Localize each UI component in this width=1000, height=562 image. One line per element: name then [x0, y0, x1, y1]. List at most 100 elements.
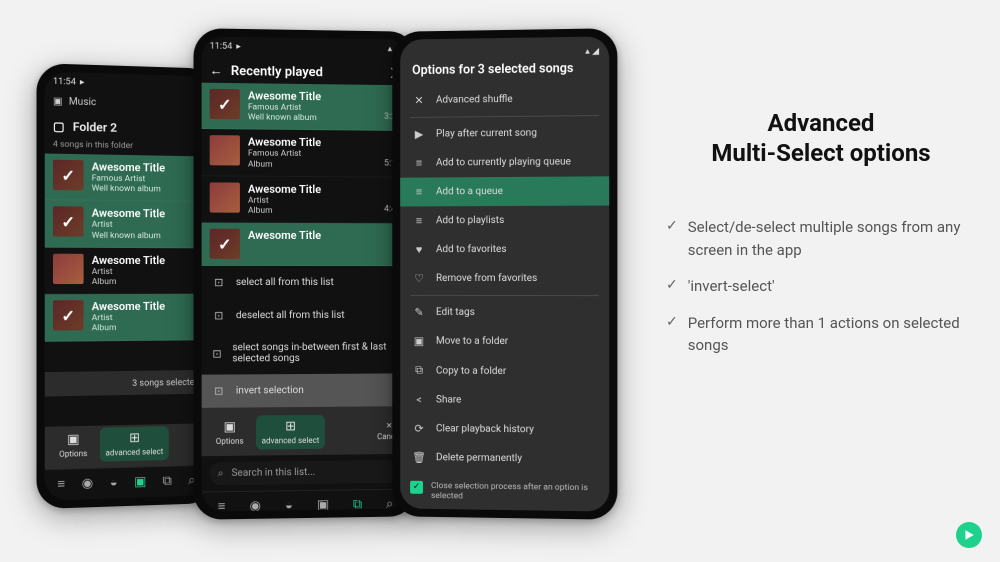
select-action[interactable]: ⊡ deselect all from this list: [202, 299, 409, 333]
song-title: Awesome Title: [248, 229, 401, 242]
folder-outline-icon: ▢: [53, 119, 65, 133]
option-label: Add to a queue: [436, 186, 503, 197]
option-label: Share: [436, 394, 461, 405]
page-title: Recently played: [231, 63, 383, 80]
select-action[interactable]: ⊡ select songs in-between first & last s…: [202, 332, 409, 375]
select-action[interactable]: ⊡ select all from this list: [202, 266, 409, 299]
select-action-label: select songs in-between first & last sel…: [232, 342, 399, 365]
search-icon: ⌕: [218, 468, 224, 479]
person-icon[interactable]: ◒: [285, 497, 293, 511]
library-icon[interactable]: ⧉: [353, 497, 362, 512]
back-icon[interactable]: ←: [210, 63, 223, 79]
option-icon: ✎: [412, 306, 426, 319]
song-row[interactable]: Awesome Title Artist Album 4:49: [202, 176, 409, 223]
advanced-select-button[interactable]: ⊞ advanced select: [256, 415, 326, 450]
clock: 11:54: [210, 42, 233, 52]
feature-bullet: 'invert-select': [666, 275, 976, 298]
queue-icon[interactable]: ≡: [218, 498, 226, 511]
action-bar: ▣ Options ⊞ advanced select: [45, 423, 208, 469]
folder-title-row[interactable]: ▢ Folder 2: [45, 113, 208, 143]
option-item[interactable]: ⧉ Copy to a folder: [400, 355, 609, 386]
option-label: Play after current song: [436, 128, 537, 140]
search-nav-icon[interactable]: ⌕: [386, 496, 393, 511]
option-label: Edit tags: [436, 307, 475, 318]
song-artist: Artist: [92, 267, 200, 277]
option-icon: ▶: [412, 128, 426, 141]
song-row[interactable]: Awesome Title Famous Artist Album 5:11: [202, 129, 409, 177]
search-bar[interactable]: ⌕ Search in this list...: [210, 460, 401, 485]
select-action[interactable]: ⊡ invert selection: [202, 373, 409, 408]
option-label: Remove from favorites: [436, 273, 537, 284]
song-album: Album: [248, 206, 376, 217]
option-item[interactable]: ♥ Add to favorites: [400, 235, 609, 264]
folder-title: Folder 2: [73, 120, 117, 135]
album-art: [210, 135, 240, 165]
option-label: Add to favorites: [436, 244, 507, 255]
options-button[interactable]: ▣ Options: [53, 428, 93, 463]
option-item[interactable]: ≡ Add to currently playing queue: [400, 147, 609, 178]
option-label: Add to currently playing queue: [436, 156, 571, 168]
option-label: Add to playlists: [436, 215, 504, 226]
option-item[interactable]: ⟳ Clear playback history: [400, 414, 609, 445]
option-icon: ✕: [412, 94, 426, 107]
album-art: [210, 229, 240, 259]
album-art: [53, 207, 84, 238]
song-title: Awesome Title: [92, 254, 200, 267]
options-icon: ▣: [67, 432, 80, 447]
options-button[interactable]: ▣ Options: [210, 416, 250, 451]
queue-icon[interactable]: ≡: [57, 476, 65, 492]
folder-nav-icon[interactable]: ▣: [317, 497, 329, 511]
song-row[interactable]: Awesome Title Famous Artist Well known a…: [45, 153, 208, 202]
search-placeholder: Search in this list...: [231, 466, 393, 479]
play-nav-icon[interactable]: ◉: [82, 476, 94, 491]
signal-icon: ▴ ◢: [585, 47, 599, 57]
song-row[interactable]: Awesome Title: [202, 223, 409, 266]
song-row[interactable]: Awesome Title Famous Artist Well known a…: [202, 83, 409, 132]
option-label: Delete permanently: [436, 452, 522, 464]
option-item[interactable]: ✎ Edit tags: [400, 298, 609, 327]
folder-icon: ▣: [53, 96, 63, 107]
option-icon: ≡: [412, 214, 426, 227]
song-artist: Artist: [92, 220, 200, 231]
folder-nav-icon[interactable]: ▣: [134, 474, 146, 489]
option-item[interactable]: ✕ Advanced shuffle: [400, 84, 609, 115]
song-album: Album: [248, 159, 376, 170]
option-icon: <: [412, 393, 426, 406]
option-item[interactable]: ≡ Add to a queue: [400, 176, 609, 206]
advanced-select-button[interactable]: ⊞ advanced select: [99, 426, 169, 462]
song-album: Well known album: [92, 230, 200, 241]
feature-bullet: Select/de-select multiple songs from any…: [666, 216, 976, 261]
bottom-bar: 3 songs selected: [45, 370, 208, 397]
album-art: [210, 89, 240, 120]
option-item[interactable]: 🗑 Delete permanently: [400, 443, 609, 474]
option-label: Clear playback history: [436, 423, 534, 435]
play-nav-icon[interactable]: ◉: [250, 498, 261, 511]
song-row[interactable]: Awesome Title Artist Well known album: [45, 200, 208, 248]
song-row[interactable]: Awesome Title Artist Album: [45, 294, 208, 341]
play-icon: ▸: [80, 78, 85, 88]
option-item[interactable]: ♡ Remove from favorites: [400, 264, 609, 293]
select-action-icon: ⊡: [212, 347, 223, 360]
song-row[interactable]: Awesome Title Artist Album: [45, 247, 208, 294]
checkbox-icon: ✓: [410, 480, 423, 493]
library-icon[interactable]: ⧉: [163, 473, 172, 488]
album-art: [210, 182, 240, 212]
select-action-icon: ⊡: [212, 276, 226, 289]
person-icon[interactable]: ◒: [110, 474, 118, 490]
song-album: Album: [92, 323, 200, 334]
select-action-label: invert selection: [236, 385, 304, 397]
option-icon: ▣: [412, 335, 426, 348]
option-item[interactable]: ▶ Play after current song: [400, 118, 609, 149]
side-copy: Advanced Multi-Select options Select/de-…: [666, 108, 976, 371]
close-after-option-toggle[interactable]: ✓ Close selection process after an optio…: [400, 472, 609, 511]
close-note: Close selection process after an option …: [431, 481, 599, 504]
option-item[interactable]: < Share: [400, 385, 609, 416]
nav-bar: ≡ ◉ ◒ ▣ ⧉ ⌕: [45, 465, 208, 501]
panel-title: Options for 3 selected songs: [400, 56, 609, 86]
clock: 11:54: [53, 77, 76, 88]
option-item[interactable]: ≡ Add to playlists: [400, 206, 609, 236]
option-item[interactable]: ▣ Move to a folder: [400, 327, 609, 357]
play-icon: ▸: [236, 42, 241, 52]
phone-left: 11:54 ▸ ▴ ▣ Music ▢ Folder 2 4 songs in …: [37, 63, 216, 509]
option-icon: ⟳: [412, 422, 426, 435]
